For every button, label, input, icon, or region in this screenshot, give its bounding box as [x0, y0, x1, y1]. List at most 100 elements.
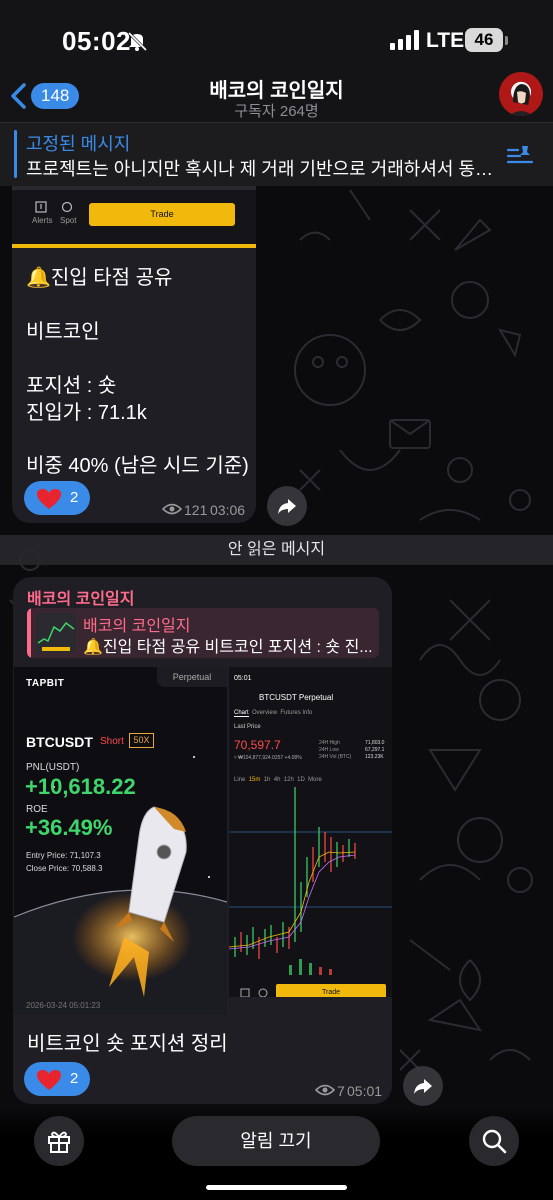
forwarded-reply[interactable]: 배코의 코인일지 🔔진입 타점 공유 비트코인 포지션 : 숏 진...	[27, 608, 379, 658]
pinned-indicator	[14, 130, 17, 178]
unread-divider: 안 읽은 메시지	[0, 535, 553, 565]
heart-icon	[37, 489, 61, 509]
gift-button[interactable]	[34, 1116, 84, 1166]
perpetual-badge: Perpetual	[157, 667, 227, 687]
subscriber-count: 구독자 264명	[234, 103, 319, 120]
avatar-figure-icon	[509, 84, 533, 116]
trade-button-image: Trade	[276, 984, 386, 997]
screenshot-tab: Futures Info	[280, 710, 313, 716]
view-count: 121	[184, 502, 208, 518]
interval-tab: More	[308, 777, 322, 783]
share-button[interactable]	[403, 1066, 443, 1106]
message-line: 🔔진입 타점 공유	[26, 267, 173, 289]
share-icon	[414, 1079, 432, 1094]
interval-tabs: Line 15m 1h 4h 12h 1D More	[234, 777, 322, 783]
stat-label: 24H Low	[319, 747, 339, 753]
reply-thumbnail	[36, 613, 76, 653]
chart-screenshot-image[interactable]: 05:01 BTCUSDT Perpetual Chart Overview F…	[229, 667, 392, 997]
pnl-card-image[interactable]: Perpetual TAPBIT BTCUSDT Short 50X PNL(U…	[14, 667, 227, 1014]
interval-tab: 4h	[273, 777, 281, 783]
channel-title[interactable]: 배코의 코인일지	[0, 74, 553, 103]
eye-icon	[162, 503, 182, 515]
reply-chart-thumb	[37, 621, 75, 651]
pinned-label: 고정된 메시지	[26, 134, 131, 154]
channel-avatar[interactable]	[499, 72, 543, 116]
screenshot-time: 05:01	[234, 675, 252, 682]
image-top-strip	[12, 186, 256, 190]
screenshot-sub: ≈ ₩104,877,924.0257 +4.08%	[234, 755, 302, 761]
message-time: 03:06	[210, 502, 246, 518]
message-bubble[interactable]: 배코의 코인일지 배코의 코인일지 🔔진입 타점 공유 비트코인 포지션 : 숏…	[13, 577, 392, 1104]
pin-list-icon[interactable]	[506, 143, 534, 165]
eye-icon	[315, 1084, 335, 1096]
message-line: 포지션 : 숏	[26, 375, 117, 397]
roe-label: ROE	[26, 804, 48, 815]
interval-tab: 15m	[248, 777, 261, 783]
share-button[interactable]	[267, 486, 307, 526]
signal-icon	[390, 30, 419, 50]
message-line: 비중 40% (남은 시드 기준)	[26, 455, 249, 477]
heart-icon	[37, 1070, 61, 1090]
reaction-count: 2	[70, 489, 79, 506]
screenshot-tabs: Chart Overview Futures Info	[234, 710, 313, 717]
trade-button-image: Trade	[89, 203, 235, 226]
message-image[interactable]: Alerts Spot Trade	[12, 186, 256, 248]
pinned-text: 프로젝트는 아니지만 혹시나 제 거래 기반으로 거래하셔서 동일...	[26, 159, 496, 179]
spot-label: Spot	[60, 216, 77, 225]
battery-level: 46	[465, 28, 503, 52]
card-leverage: 50X	[129, 733, 154, 748]
stat-label: 24H High	[319, 740, 340, 746]
message-line: 비트코인	[26, 321, 100, 343]
pinned-message[interactable]: 고정된 메시지 프로젝트는 아니지만 혹시나 제 거래 기반으로 거래하셔서 동…	[0, 122, 553, 186]
stat-label: 24H Vol (BTC)	[319, 754, 352, 760]
alerts-label: Alerts	[32, 216, 53, 225]
message-time: 05:01	[347, 1083, 383, 1099]
pnl-label: PNL(USDT)	[26, 762, 80, 773]
tapbit-logo: TAPBIT	[26, 678, 65, 689]
alerts-icon	[35, 201, 47, 213]
last-price-label: Last Price	[234, 724, 261, 730]
interval-tab: Line	[234, 777, 246, 783]
stat-value: 71,803.0	[365, 740, 385, 746]
screenshot-tab: Chart	[234, 710, 249, 717]
pnl-value: +10,618.22	[25, 774, 136, 799]
stat-value: 67,297.1	[365, 747, 385, 753]
search-icon	[482, 1129, 507, 1154]
chat-header: 148 배코의 코인일지 구독자 264명	[0, 70, 553, 122]
heart-reaction[interactable]: 2	[24, 481, 90, 515]
card-side: Short	[100, 736, 124, 747]
spot-icon	[61, 201, 73, 213]
message-line: 진입가 : 71.1k	[26, 402, 147, 424]
heart-reaction[interactable]: 2	[24, 1062, 90, 1096]
image-bottom-strip	[12, 244, 256, 248]
roe-value: +36.49%	[25, 815, 113, 840]
bell-slash-icon	[127, 31, 148, 52]
view-count: 7	[337, 1083, 345, 1099]
screenshot-stats: 24H High 71,803.0 24H Low 67,297.1 24H Vol…	[319, 740, 384, 761]
alerts-icon	[240, 988, 250, 997]
stat-value: 123.23K	[365, 754, 384, 760]
share-icon	[278, 499, 296, 514]
card-symbol: BTCUSDT	[26, 734, 93, 750]
candlestick-chart	[229, 787, 392, 975]
home-indicator[interactable]	[206, 1185, 347, 1190]
screenshot-price: 70,597.7	[234, 738, 281, 752]
screenshot-tab: Overview	[252, 710, 278, 716]
battery-tip	[505, 36, 508, 45]
sender-name[interactable]: 배코의 코인일지	[27, 585, 135, 609]
interval-tab: 1h	[263, 777, 271, 783]
search-button[interactable]	[469, 1116, 519, 1166]
message-bubble[interactable]: Alerts Spot Trade 🔔진입 타점 공유 비트코인 포지션 : 숏…	[12, 186, 256, 523]
card-date: 2026-03-24 05:01:23	[26, 1001, 101, 1010]
entry-price: Entry Price: 71,107.3	[26, 851, 101, 860]
close-price: Close Price: 70,588.3	[26, 864, 103, 873]
message-caption: 비트코인 숏 포지션 정리	[27, 1033, 228, 1055]
reaction-count: 2	[70, 1070, 79, 1087]
reply-text: 🔔진입 타점 공유 비트코인 포지션 : 숏 진...	[83, 639, 373, 656]
network-label: LTE	[426, 29, 465, 52]
status-time: 05:02	[62, 26, 131, 56]
interval-tab: 1D	[297, 777, 305, 783]
screenshot-pair: BTCUSDT Perpetual	[259, 693, 334, 702]
mute-button[interactable]: 알림 끄기	[172, 1116, 380, 1166]
status-bar: 05:02 LTE 46	[0, 0, 553, 80]
